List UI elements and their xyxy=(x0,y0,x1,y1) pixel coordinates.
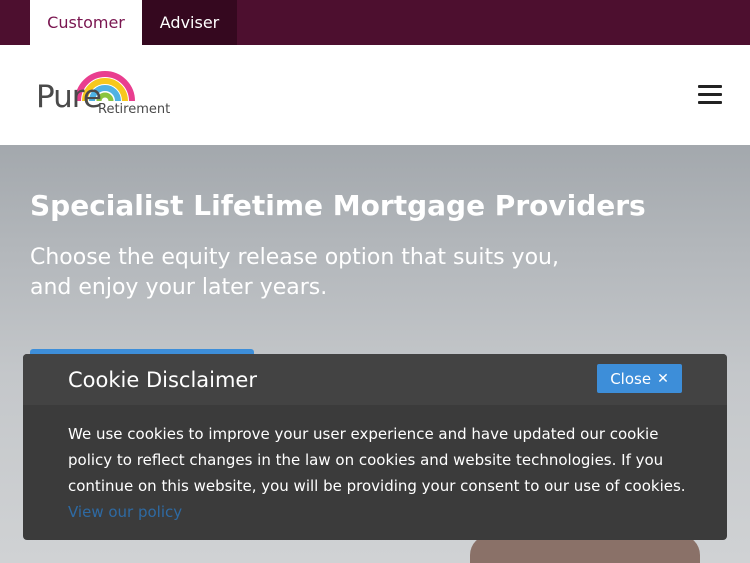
hero-title: Specialist Lifetime Mortgage Providers xyxy=(30,189,646,222)
cookie-dialog-body: We use cookies to improve your user expe… xyxy=(68,421,698,525)
close-button[interactable]: Close ✕ xyxy=(597,364,682,393)
cookie-disclaimer-dialog: Cookie Disclaimer Close ✕ We use cookies… xyxy=(23,354,727,540)
cookie-dialog-header: Cookie Disclaimer Close ✕ xyxy=(23,354,727,405)
pure-retirement-logo[interactable]: Pure Retirement xyxy=(36,69,196,125)
audience-tab-bar: Customer Adviser xyxy=(0,0,750,45)
logo-subtitle: Retirement xyxy=(98,102,171,117)
cookie-body-text: We use cookies to improve your user expe… xyxy=(68,425,686,495)
close-button-label: Close xyxy=(610,369,652,388)
hamburger-menu-icon[interactable] xyxy=(698,85,722,105)
logo-wordmark: Pure xyxy=(36,79,102,115)
cookie-dialog-title: Cookie Disclaimer xyxy=(68,368,257,392)
tab-customer[interactable]: Customer xyxy=(30,0,142,45)
tab-adviser[interactable]: Adviser xyxy=(142,0,237,45)
view-policy-link[interactable]: View our policy xyxy=(68,499,698,525)
hero-subtitle: Choose the equity release option that su… xyxy=(30,245,559,300)
site-header: Pure Retirement xyxy=(0,45,750,145)
close-icon: ✕ xyxy=(657,370,669,387)
